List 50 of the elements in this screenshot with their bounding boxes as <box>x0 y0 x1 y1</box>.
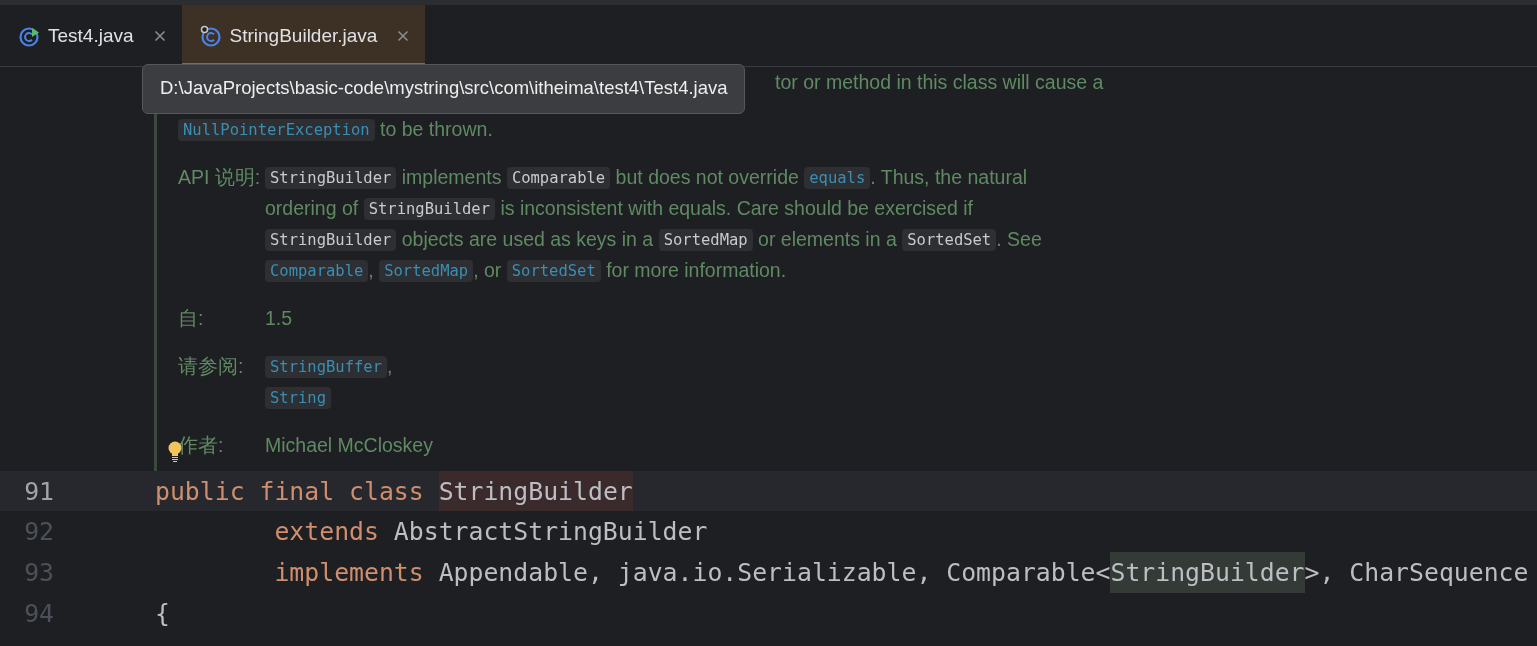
code-link[interactable]: NullPointerException <box>178 118 375 141</box>
code-keyword: extends <box>274 517 380 546</box>
doc-text: for more information. <box>605 259 787 282</box>
code-text: { <box>155 599 170 628</box>
doc-text: objects are used as keys in a <box>400 228 655 251</box>
doc-label: 请参阅: <box>178 354 245 379</box>
close-icon[interactable] <box>153 29 166 42</box>
code-link[interactable]: Comparable <box>265 259 369 282</box>
doc-text: but does not override <box>614 166 800 189</box>
code-reference: StringBuilder <box>265 228 397 251</box>
editor-tab[interactable]: StringBuilder.java <box>181 5 426 66</box>
code-reference: SortedMap <box>658 228 753 251</box>
doc-text: to be thrown. <box>379 118 493 141</box>
doc-text: tor or method in this class will cause a <box>775 71 1104 94</box>
code-reference: StringBuilder <box>265 166 397 189</box>
doc-text: , <box>387 355 393 378</box>
code-text: StringBuilder <box>1110 552 1305 593</box>
doc-text: ordering of <box>265 197 360 220</box>
doc-text: is inconsistent with equals. Care should be exercised if <box>499 197 973 220</box>
doc-text: 1.5 <box>265 307 293 330</box>
library-class-icon <box>199 24 222 47</box>
code-keyword: public final class <box>155 476 425 506</box>
code-text: AbstractStringBuilder <box>393 517 708 546</box>
code-keyword: implements <box>274 558 425 587</box>
code-link[interactable]: String <box>265 386 331 409</box>
code-reference: StringBuilder <box>363 197 495 220</box>
line-number: 91 <box>23 476 54 506</box>
code-reference: SortedSet <box>902 228 997 251</box>
doc-text: implements <box>400 166 503 189</box>
doc-label: 自: <box>178 306 205 331</box>
doc-label: 作者: <box>178 433 225 458</box>
doc-text: Michael McCloskey <box>265 434 433 457</box>
code-reference: Comparable <box>506 166 611 189</box>
code-text: Appendable, java.io.Serializable, Comparable< <box>438 558 1111 587</box>
doc-text: . See <box>996 228 1042 251</box>
code-text: >, CharSequence <box>1304 558 1529 587</box>
code-text: StringBuilder <box>438 471 633 511</box>
doc-label: API 说明: <box>178 165 262 190</box>
doc-text: , <box>368 259 375 282</box>
close-icon[interactable] <box>397 29 410 42</box>
doc-text: , or <box>473 259 503 282</box>
doc-text: or elements in a <box>757 228 898 251</box>
path-tooltip: D:\JavaProjects\basic-code\mystring\src\com\itheima\test4\Test4.java <box>142 64 745 114</box>
code-link[interactable]: equals <box>804 166 871 189</box>
code-link[interactable]: StringBuffer <box>265 355 387 378</box>
code-link[interactable]: SortedSet <box>506 259 601 282</box>
code-link[interactable]: SortedMap <box>379 259 474 282</box>
class-run-icon <box>18 24 40 47</box>
doc-text: . Thus, the natural <box>870 166 1028 189</box>
editor-tab[interactable]: Test4.java <box>0 5 182 66</box>
